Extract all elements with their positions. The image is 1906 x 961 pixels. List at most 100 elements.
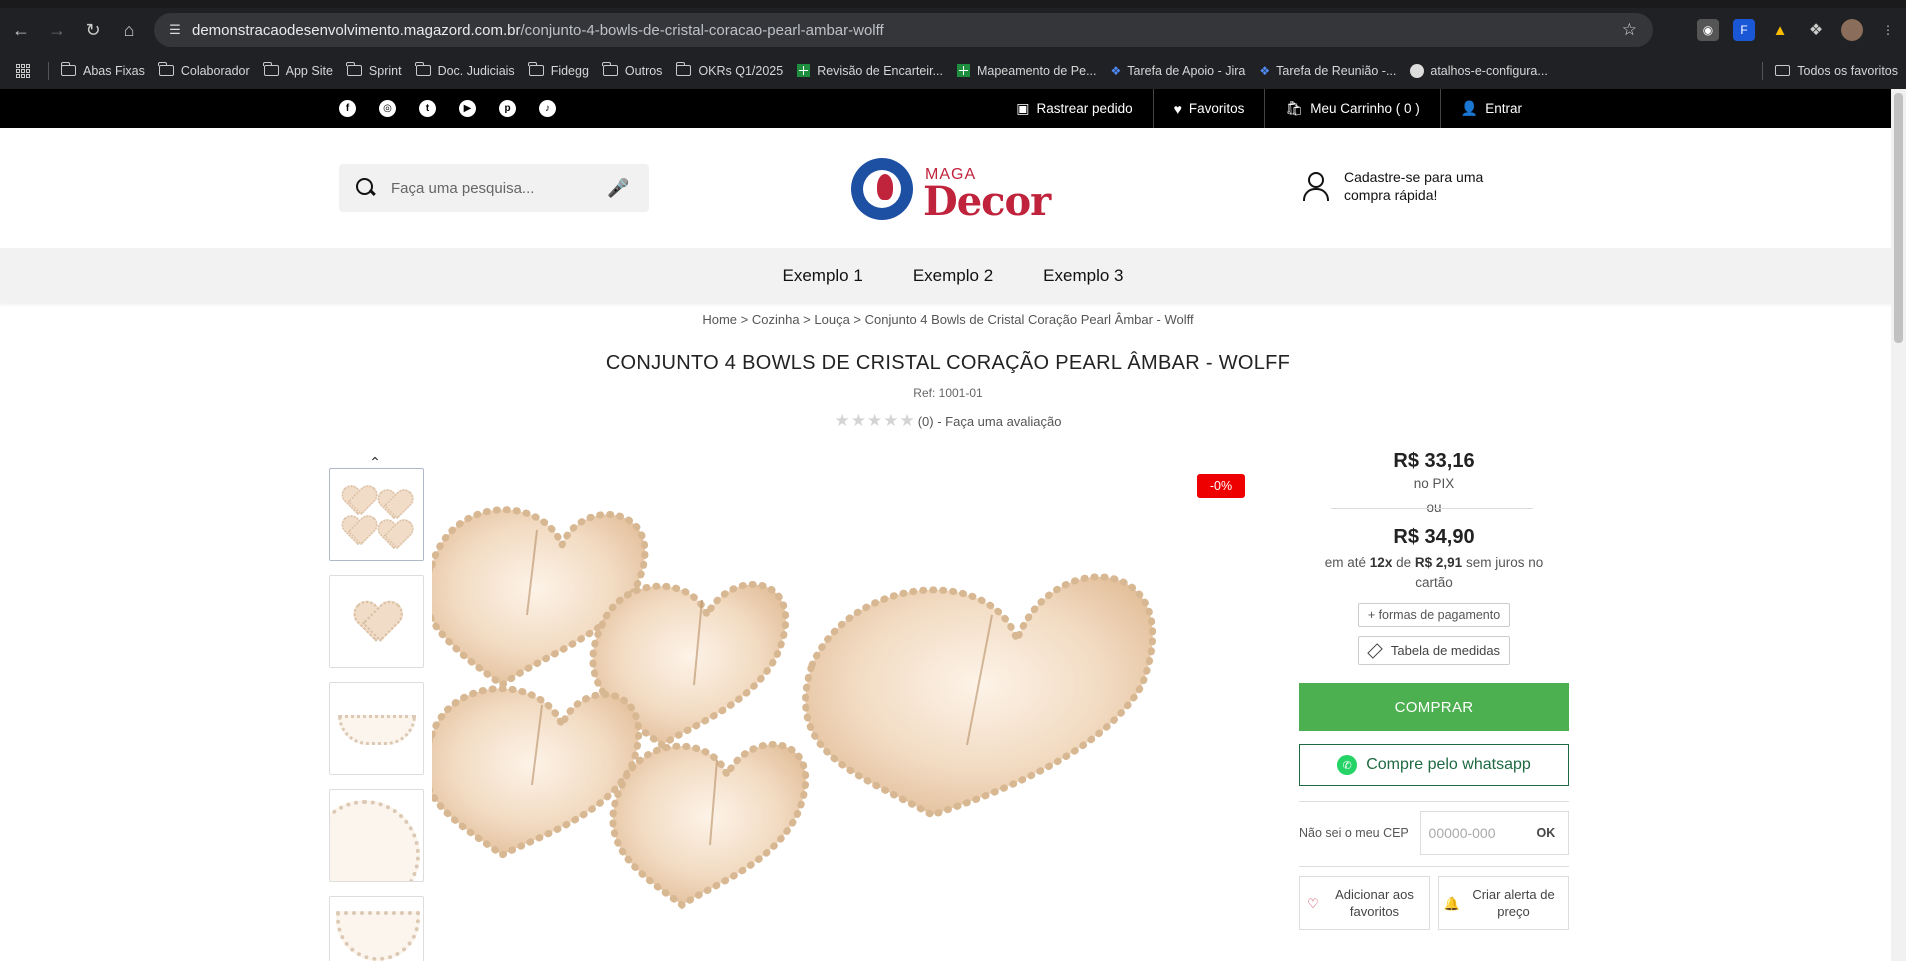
cep-help-link[interactable]: Não sei o meu CEP xyxy=(1299,826,1420,840)
thumbnail[interactable] xyxy=(329,896,424,961)
logo-main-text: Decor xyxy=(923,178,1051,225)
bell-icon: 🔔 xyxy=(1443,895,1461,911)
bookmark-item[interactable]: Revisão de Encarteir... xyxy=(797,64,943,78)
buy-box: R$ 33,16 no PIX ou R$ 34,90 em até 12x d… xyxy=(1299,450,1569,930)
add-favorites-button[interactable]: ♡ Adicionar aos favoritos xyxy=(1299,876,1430,930)
product-main-image[interactable] xyxy=(432,455,1252,961)
address-bar[interactable]: ☰ demonstracaodesenvolvimento.magazord.c… xyxy=(154,13,1653,47)
scrollbar-thumb[interactable] xyxy=(1894,93,1903,343)
login-link[interactable]: 👤 Entrar xyxy=(1439,89,1542,128)
bookmark-item[interactable]: Sprint xyxy=(346,62,402,78)
bookmark-item[interactable]: atalhos-e-configura... xyxy=(1410,63,1548,78)
store-logo[interactable]: MAGA Decor xyxy=(851,158,1051,225)
apps-grid-icon[interactable] xyxy=(16,63,30,78)
url-text[interactable]: demonstracaodesenvolvimento.magazord.com… xyxy=(192,22,884,39)
profile-avatar[interactable] xyxy=(1841,19,1863,41)
bookmark-label: Tarefa de Reunião -... xyxy=(1276,63,1397,78)
site-info-icon[interactable]: ☰ xyxy=(166,21,184,39)
heart-bowl xyxy=(432,506,1157,910)
nav-item-exemplo-1[interactable]: Exemplo 1 xyxy=(783,266,863,286)
github-icon xyxy=(1410,63,1425,78)
cep-ok-button[interactable]: OK xyxy=(1537,826,1556,840)
thumbnail[interactable] xyxy=(329,789,424,882)
bookmark-item[interactable]: Doc. Judiciais xyxy=(415,62,515,78)
reload-icon[interactable]: ↻ xyxy=(78,15,108,45)
bookmark-item[interactable]: Outros xyxy=(602,62,663,78)
bookmark-label: Revisão de Encarteir... xyxy=(817,63,943,78)
bookmarks-bar: Abas Fixas Colaborador App Site Sprint D… xyxy=(0,52,1906,89)
back-arrow-icon[interactable]: ← xyxy=(6,15,36,45)
nav-item-exemplo-3[interactable]: Exemplo 3 xyxy=(1043,266,1123,286)
track-order-link[interactable]: ▣ Rastrear pedido xyxy=(996,89,1152,128)
bookmark-item[interactable]: ❖ Tarefa de Apoio - Jira xyxy=(1111,64,1246,78)
rating-stars-icon[interactable]: ★★★★★ xyxy=(835,411,916,431)
bookmark-item[interactable]: Fidegg xyxy=(528,62,589,78)
folder-icon xyxy=(528,62,544,76)
rate-link[interactable]: - Faça uma avaliação xyxy=(937,414,1061,429)
bookmark-item[interactable]: Mapeamento de Pe... xyxy=(956,64,1097,78)
whatsapp-button[interactable]: ✆ Compre pelo whatsapp xyxy=(1299,744,1569,786)
payment-methods-button[interactable]: + formas de pagamento xyxy=(1357,603,1511,627)
signup-link[interactable]: Cadastre-se para uma compra rápida! xyxy=(1302,168,1494,204)
breadcrumb-cozinha[interactable]: Cozinha xyxy=(752,312,800,327)
youtube-icon[interactable]: ▶ xyxy=(459,100,476,117)
thumbnail[interactable] xyxy=(329,468,424,561)
microphone-icon[interactable]: 🎤 xyxy=(607,178,629,199)
bookmark-item[interactable]: Colaborador xyxy=(158,62,250,78)
pinterest-icon[interactable]: p xyxy=(499,100,516,117)
bookmark-item[interactable]: ❖ Tarefa de Reunião -... xyxy=(1259,64,1396,78)
topbar-links: ▣ Rastrear pedido ♥ Favoritos 🛍 Meu Carrinh… xyxy=(996,89,1542,128)
buy-button[interactable]: COMPRAR xyxy=(1299,683,1569,731)
all-bookmarks[interactable]: Todos os favoritos xyxy=(1758,52,1906,89)
camera-extension-icon[interactable]: ◉ xyxy=(1697,19,1719,41)
bookmark-label: Tarefa de Apoio - Jira xyxy=(1127,63,1246,78)
bookmark-item[interactable]: App Site xyxy=(263,62,333,78)
pix-label: no PIX xyxy=(1413,476,1455,491)
puzzle-extensions-icon[interactable]: ❖ xyxy=(1805,19,1827,41)
twitter-icon[interactable]: t xyxy=(419,100,436,117)
inst-mid: de xyxy=(1396,555,1412,570)
menu-kebab-icon[interactable]: ⋮ xyxy=(1877,19,1899,41)
page-scrollbar[interactable] xyxy=(1891,89,1906,961)
home-icon[interactable]: ⌂ xyxy=(114,15,144,45)
whatsapp-icon: ✆ xyxy=(1337,755,1358,775)
price-alert-button[interactable]: 🔔 Criar alerta de preço xyxy=(1438,876,1569,930)
instagram-icon[interactable]: ◎ xyxy=(379,100,396,117)
bookmark-label: App Site xyxy=(285,63,333,78)
cart-link[interactable]: 🛍 Meu Carrinho ( 0 ) xyxy=(1264,89,1439,128)
bowls-illustration xyxy=(432,506,1157,910)
bookmark-star-icon[interactable]: ☆ xyxy=(1622,20,1637,40)
bookmark-label: Fidegg xyxy=(550,63,589,78)
main-nav: Exemplo 1 Exemplo 2 Exemplo 3 xyxy=(0,248,1906,303)
chevron-up-icon[interactable]: ⌃ xyxy=(368,455,382,469)
facebook-icon[interactable]: f xyxy=(339,100,356,117)
favorites-link[interactable]: ♥ Favoritos xyxy=(1152,89,1265,128)
tiktok-icon[interactable]: ♪ xyxy=(539,100,556,117)
logo-emblem xyxy=(851,158,913,220)
jira-icon: ❖ xyxy=(1259,63,1271,78)
url-host: demonstracaodesenvolvimento.magazord.com… xyxy=(192,21,521,39)
breadcrumb-home[interactable]: Home xyxy=(702,312,737,327)
breadcrumb: Home > Cozinha > Louça > Conjunto 4 Bowl… xyxy=(702,312,1194,327)
heart-icon: ♥ xyxy=(1173,100,1182,117)
cep-input[interactable] xyxy=(1420,825,1531,841)
drive-extension-icon[interactable]: ▲ xyxy=(1769,19,1791,41)
search-icon[interactable] xyxy=(355,177,377,199)
forward-arrow-icon[interactable]: → xyxy=(42,15,72,45)
folder-icon xyxy=(158,62,174,76)
bowl-image xyxy=(342,516,374,543)
breadcrumb-louca[interactable]: Louça xyxy=(814,312,849,327)
bookmark-item[interactable]: Abas Fixas xyxy=(60,62,145,78)
shipping-calculator: Não sei o meu CEP OK xyxy=(1299,811,1569,855)
thumbnail[interactable] xyxy=(329,682,424,775)
thumbnail[interactable] xyxy=(329,575,424,668)
search-input[interactable] xyxy=(391,179,601,197)
bookmark-label: atalhos-e-configura... xyxy=(1430,63,1548,78)
bookmark-item[interactable]: OKRs Q1/2025 xyxy=(675,62,783,78)
track-order-label: Rastrear pedido xyxy=(1036,101,1133,116)
bowl-image xyxy=(378,520,410,547)
size-table-button[interactable]: Tabela de medidas xyxy=(1357,636,1511,665)
bookmark-label: Outros xyxy=(624,63,663,78)
extension-icon[interactable]: F xyxy=(1733,19,1755,41)
nav-item-exemplo-2[interactable]: Exemplo 2 xyxy=(913,266,993,286)
